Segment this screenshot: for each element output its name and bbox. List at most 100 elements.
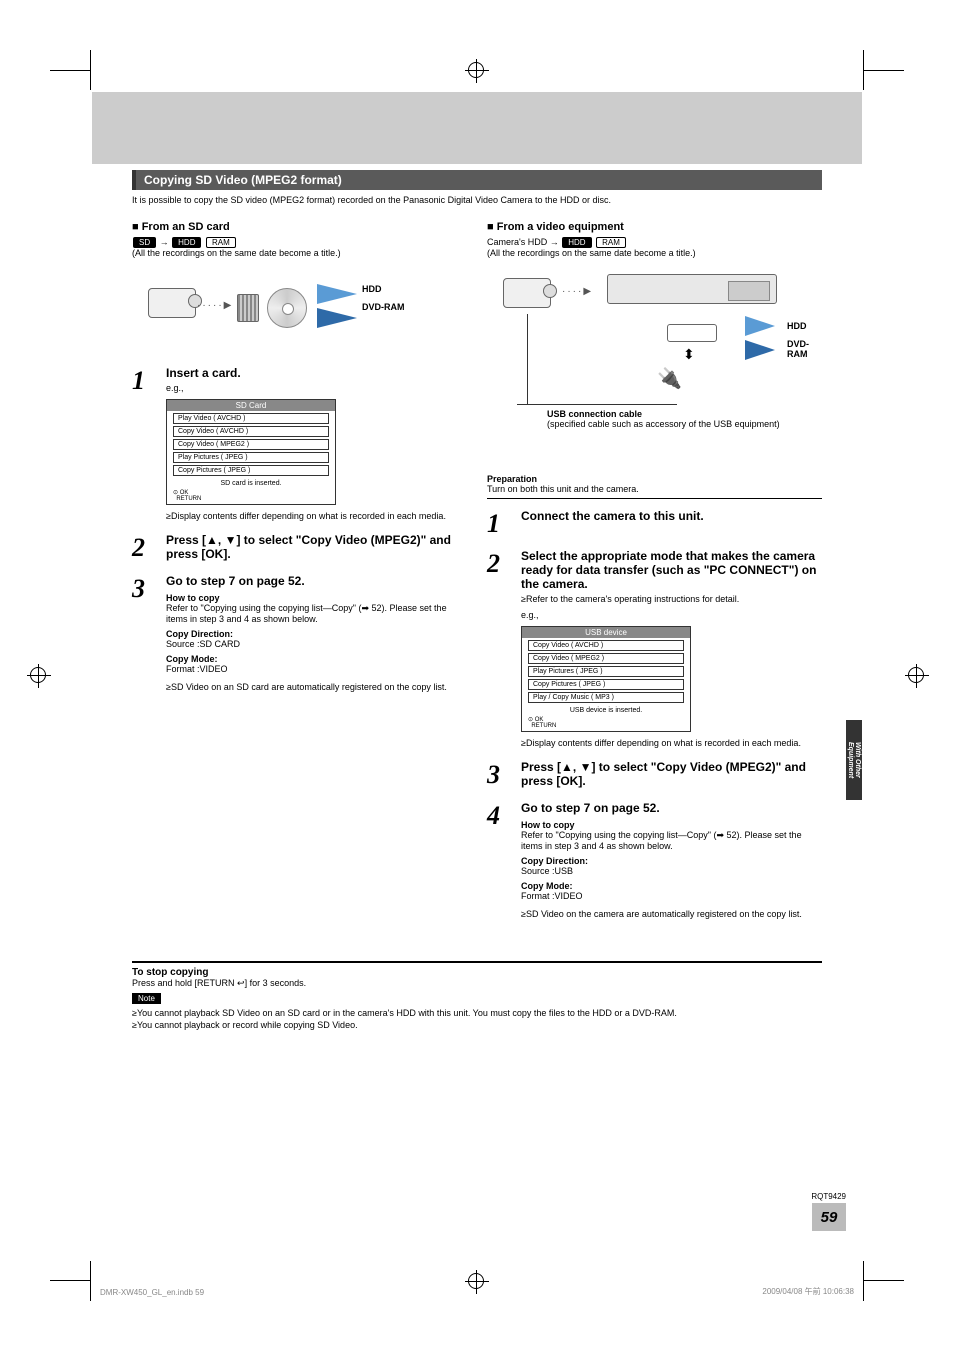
step-title: Press [▲, ▼] to select "Copy Video (MPEG… [166, 533, 467, 561]
step-1-right: 1 Connect the camera to this unit. [487, 509, 822, 539]
stop-title: To stop copying [132, 967, 822, 978]
right-diagram: ····▶ HDD DVD-RAM ⬍ 🔌 USB connection cab… [487, 266, 822, 466]
cable-line [527, 314, 528, 404]
intro-text: It is possible to copy the SD video (MPE… [132, 195, 822, 205]
menu-return: ⊙ OK RETURN [167, 489, 335, 504]
stop-text: Press and hold [RETURN ↩] for 3 seconds. [132, 978, 822, 989]
menu-item: Copy Video ( MPEG2 ) [528, 653, 684, 664]
step-4-right: 4 Go to step 7 on page 52. How to copy R… [487, 801, 822, 921]
menu-item: Copy Pictures ( JPEG ) [173, 465, 329, 476]
step-2-left: 2 Press [▲, ▼] to select "Copy Video (MP… [132, 533, 467, 564]
media-flow-right: Camera's HDD → HDD RAM [487, 237, 822, 248]
step-1-left: 1 Insert a card. e.g., SD Card Play Vide… [132, 366, 467, 523]
usb-plug-icon: 🔌 [657, 366, 682, 391]
stop-copying-section: To stop copying Press and hold [RETURN ↩… [132, 961, 822, 1030]
page-number: 59 [812, 1203, 846, 1231]
menu-return: ⊙ OK RETURN [522, 716, 690, 731]
usb-connector-icon: ⬍ [683, 346, 695, 363]
cable-line [517, 404, 677, 405]
preparation: Preparation Turn on both this unit and t… [487, 474, 822, 494]
step-2-right: 2 Select the appropriate mode that makes… [487, 549, 822, 750]
arrow-icon [317, 284, 357, 304]
copy-direction-value: Source :USB [521, 866, 822, 876]
step-number: 3 [132, 574, 154, 694]
copy-direction-label: Copy Direction: [521, 856, 822, 866]
how-to-copy-label: How to copy [166, 593, 467, 603]
diagram-labels: HDD DVD-RAM [787, 321, 822, 359]
left-diagram: ·····▶ HDD DVD-RAM [132, 266, 467, 356]
device-slot-icon [667, 324, 717, 342]
bullet-text: ≥Display contents differ depending on wh… [521, 738, 822, 748]
hdd-badge: HDD [562, 237, 591, 248]
from-video-heading: ■ From a video equipment [487, 221, 822, 233]
step-title: Press [▲, ▼] to select "Copy Video (MPEG… [521, 760, 822, 788]
eg-label: e.g., [166, 383, 467, 393]
footer-timestamp: 2009/04/08 午前 10:06:38 [762, 1286, 854, 1297]
left-column: ■ From an SD card SD → HDD RAM (All the … [132, 215, 467, 931]
sd-card-menu: SD Card Play Video ( AVCHD ) Copy Video … [166, 399, 336, 505]
bullet-text: ≥SD Video on the camera are automaticall… [521, 909, 822, 919]
header-gray-band [92, 92, 862, 164]
step-title: Insert a card. [166, 366, 467, 380]
note-bullet: ≥You cannot playback SD Video on an SD c… [132, 1008, 822, 1018]
dotted-arrow-icon: ·····▶ [197, 300, 233, 311]
menu-title: SD Card [167, 400, 335, 411]
step-number: 1 [132, 366, 154, 523]
menu-item: Play / Copy Music ( MP3 ) [528, 692, 684, 703]
menu-item: Play Pictures ( JPEG ) [528, 666, 684, 677]
rqt-code: RQT9429 [811, 1192, 846, 1201]
how-to-copy-label: How to copy [521, 820, 822, 830]
from-sd-heading: ■ From an SD card [132, 221, 467, 233]
step-number: 2 [132, 533, 154, 564]
media-flow-left: SD → HDD RAM [132, 237, 467, 248]
step-title: Go to step 7 on page 52. [521, 801, 822, 815]
step-number: 3 [487, 760, 509, 791]
menu-item: Play Video ( AVCHD ) [173, 413, 329, 424]
copy-direction-value: Source :SD CARD [166, 639, 467, 649]
note-badge: Note [132, 993, 161, 1004]
arrow-icon [745, 316, 775, 336]
eg-label: e.g., [521, 610, 822, 620]
copy-mode-label: Copy Mode: [166, 654, 467, 664]
camcorder-icon [495, 274, 555, 314]
step-number: 1 [487, 509, 509, 539]
section-header: Copying SD Video (MPEG2 format) [132, 170, 822, 190]
copy-mode-value: Format :VIDEO [521, 891, 822, 901]
menu-footer: SD card is inserted. [167, 478, 335, 489]
menu-footer: USB device is inserted. [522, 705, 690, 716]
step-title: Connect the camera to this unit. [521, 509, 822, 523]
hdd-badge: HDD [172, 237, 201, 248]
how-to-copy-text: Refer to "Copying using the copying list… [521, 830, 822, 851]
copy-mode-value: Format :VIDEO [166, 664, 467, 674]
menu-item: Copy Video ( AVCHD ) [528, 640, 684, 651]
side-tab: With Other Equipment [846, 720, 862, 800]
sd-badge: SD [133, 237, 156, 248]
recorder-icon [607, 274, 777, 304]
step-3-right: 3 Press [▲, ▼] to select "Copy Video (MP… [487, 760, 822, 791]
menu-item: Copy Video ( MPEG2 ) [173, 439, 329, 450]
step-title: Select the appropriate mode that makes t… [521, 549, 822, 591]
step-3-left: 3 Go to step 7 on page 52. How to copy R… [132, 574, 467, 694]
disc-icon [267, 288, 307, 328]
bullet-text: ≥Refer to the camera's operating instruc… [521, 594, 822, 604]
copy-direction-label: Copy Direction: [166, 629, 467, 639]
note-bullet: ≥You cannot playback or record while cop… [132, 1020, 822, 1030]
divider [487, 498, 822, 499]
ram-badge: RAM [596, 237, 626, 248]
diagram-labels: HDD DVD-RAM [362, 284, 405, 312]
arrow-icon [317, 308, 357, 328]
usb-cable-label: USB connection cable (specified cable su… [547, 409, 780, 429]
menu-item: Copy Video ( AVCHD ) [173, 426, 329, 437]
usb-device-menu: USB device Copy Video ( AVCHD ) Copy Vid… [521, 626, 691, 732]
menu-title: USB device [522, 627, 690, 638]
dotted-arrow-icon: ····▶ [562, 286, 593, 297]
bullet-text: ≥SD Video on an SD card are automaticall… [166, 682, 467, 692]
camcorder-icon [140, 284, 200, 324]
page-content: Copying SD Video (MPEG2 format) It is po… [132, 170, 822, 1032]
sdcard-icon [237, 294, 259, 322]
step-title: Go to step 7 on page 52. [166, 574, 467, 588]
arrow-icon [745, 340, 775, 360]
step-number: 4 [487, 801, 509, 921]
footer-filename: DMR-XW450_GL_en.indb 59 [100, 1288, 204, 1297]
step-number: 2 [487, 549, 509, 750]
